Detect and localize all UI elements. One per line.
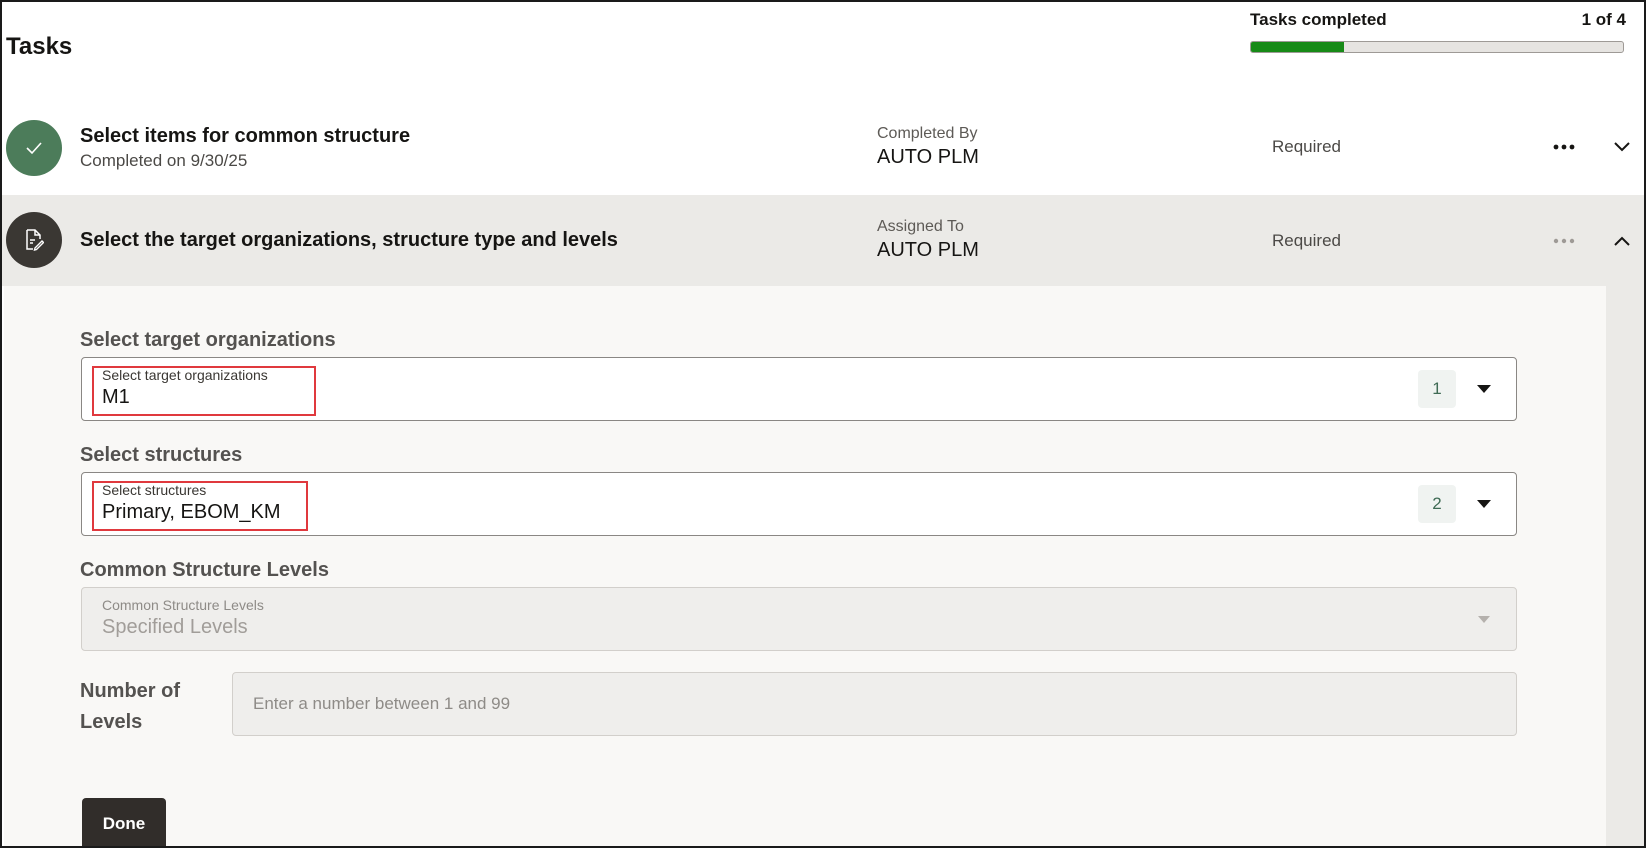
progress-fill: [1251, 42, 1344, 52]
collapse-button[interactable]: [1608, 227, 1636, 255]
selection-count-badge: 2: [1418, 485, 1456, 523]
progress-count: 1 of 4: [1581, 10, 1626, 29]
assigned-to-value: AUTO PLM: [877, 239, 979, 261]
structures-section-label: Select structures: [80, 444, 243, 466]
structures-field-label: Select structures: [102, 482, 207, 498]
task-subtitle: Completed on 9/30/25: [80, 151, 248, 170]
chevron-up-icon: [1614, 236, 1630, 246]
scrollbar-track[interactable]: [1606, 286, 1644, 846]
task-title: Select items for common structure: [80, 125, 411, 147]
progress-label: Tasks completed: [1250, 10, 1387, 29]
progress-bar: [1250, 41, 1624, 53]
levels-type-value: Specified Levels: [102, 616, 248, 638]
number-of-levels-label: Number of Levels: [80, 680, 180, 733]
levels-type-field-label: Common Structure Levels: [102, 597, 264, 613]
done-button[interactable]: Done: [82, 798, 166, 846]
app-frame: Tasks Tasks completed 1 of 4 Select item…: [0, 0, 1646, 848]
dropdown-arrow-icon[interactable]: [1476, 382, 1492, 396]
more-actions-button[interactable]: [1548, 135, 1580, 159]
completed-by-label: Completed By: [877, 125, 978, 142]
more-icon: [1553, 144, 1575, 150]
required-label: Required: [1272, 137, 1341, 156]
levels-section-label: Common Structure Levels: [80, 559, 329, 581]
completed-by-value: AUTO PLM: [877, 146, 979, 168]
more-actions-button[interactable]: [1548, 229, 1580, 253]
task-title: Select the target organizations, structu…: [80, 229, 618, 251]
document-edit-icon: [6, 212, 62, 268]
check-icon: [6, 120, 62, 176]
more-icon: [1553, 238, 1575, 244]
assigned-to-label: Assigned To: [877, 218, 964, 235]
page-title: Tasks: [6, 33, 73, 60]
chevron-down-icon: [1614, 142, 1630, 152]
required-label: Required: [1272, 231, 1341, 250]
selection-count-badge: 1: [1418, 370, 1456, 408]
target-orgs-value[interactable]: M1: [102, 386, 130, 409]
dropdown-arrow-icon[interactable]: [1476, 497, 1492, 511]
expand-button[interactable]: [1608, 133, 1636, 161]
target-orgs-field-label: Select target organizations: [102, 367, 268, 383]
task-row-select-target-orgs[interactable]: Select the target organizations, structu…: [2, 195, 1644, 286]
target-orgs-section-label: Select target organizations: [80, 329, 336, 351]
structures-select[interactable]: Select structures Primary, EBOM_KM 2: [81, 472, 1517, 536]
number-of-levels-input[interactable]: [232, 672, 1517, 736]
task-row-select-items[interactable]: Select items for common structure Comple…: [2, 110, 1644, 194]
target-orgs-select[interactable]: Select target organizations M1 1: [81, 357, 1517, 421]
structures-value[interactable]: Primary, EBOM_KM: [102, 501, 281, 524]
dropdown-arrow-icon: [1476, 612, 1492, 626]
levels-type-select[interactable]: Common Structure Levels Specified Levels: [81, 587, 1517, 651]
